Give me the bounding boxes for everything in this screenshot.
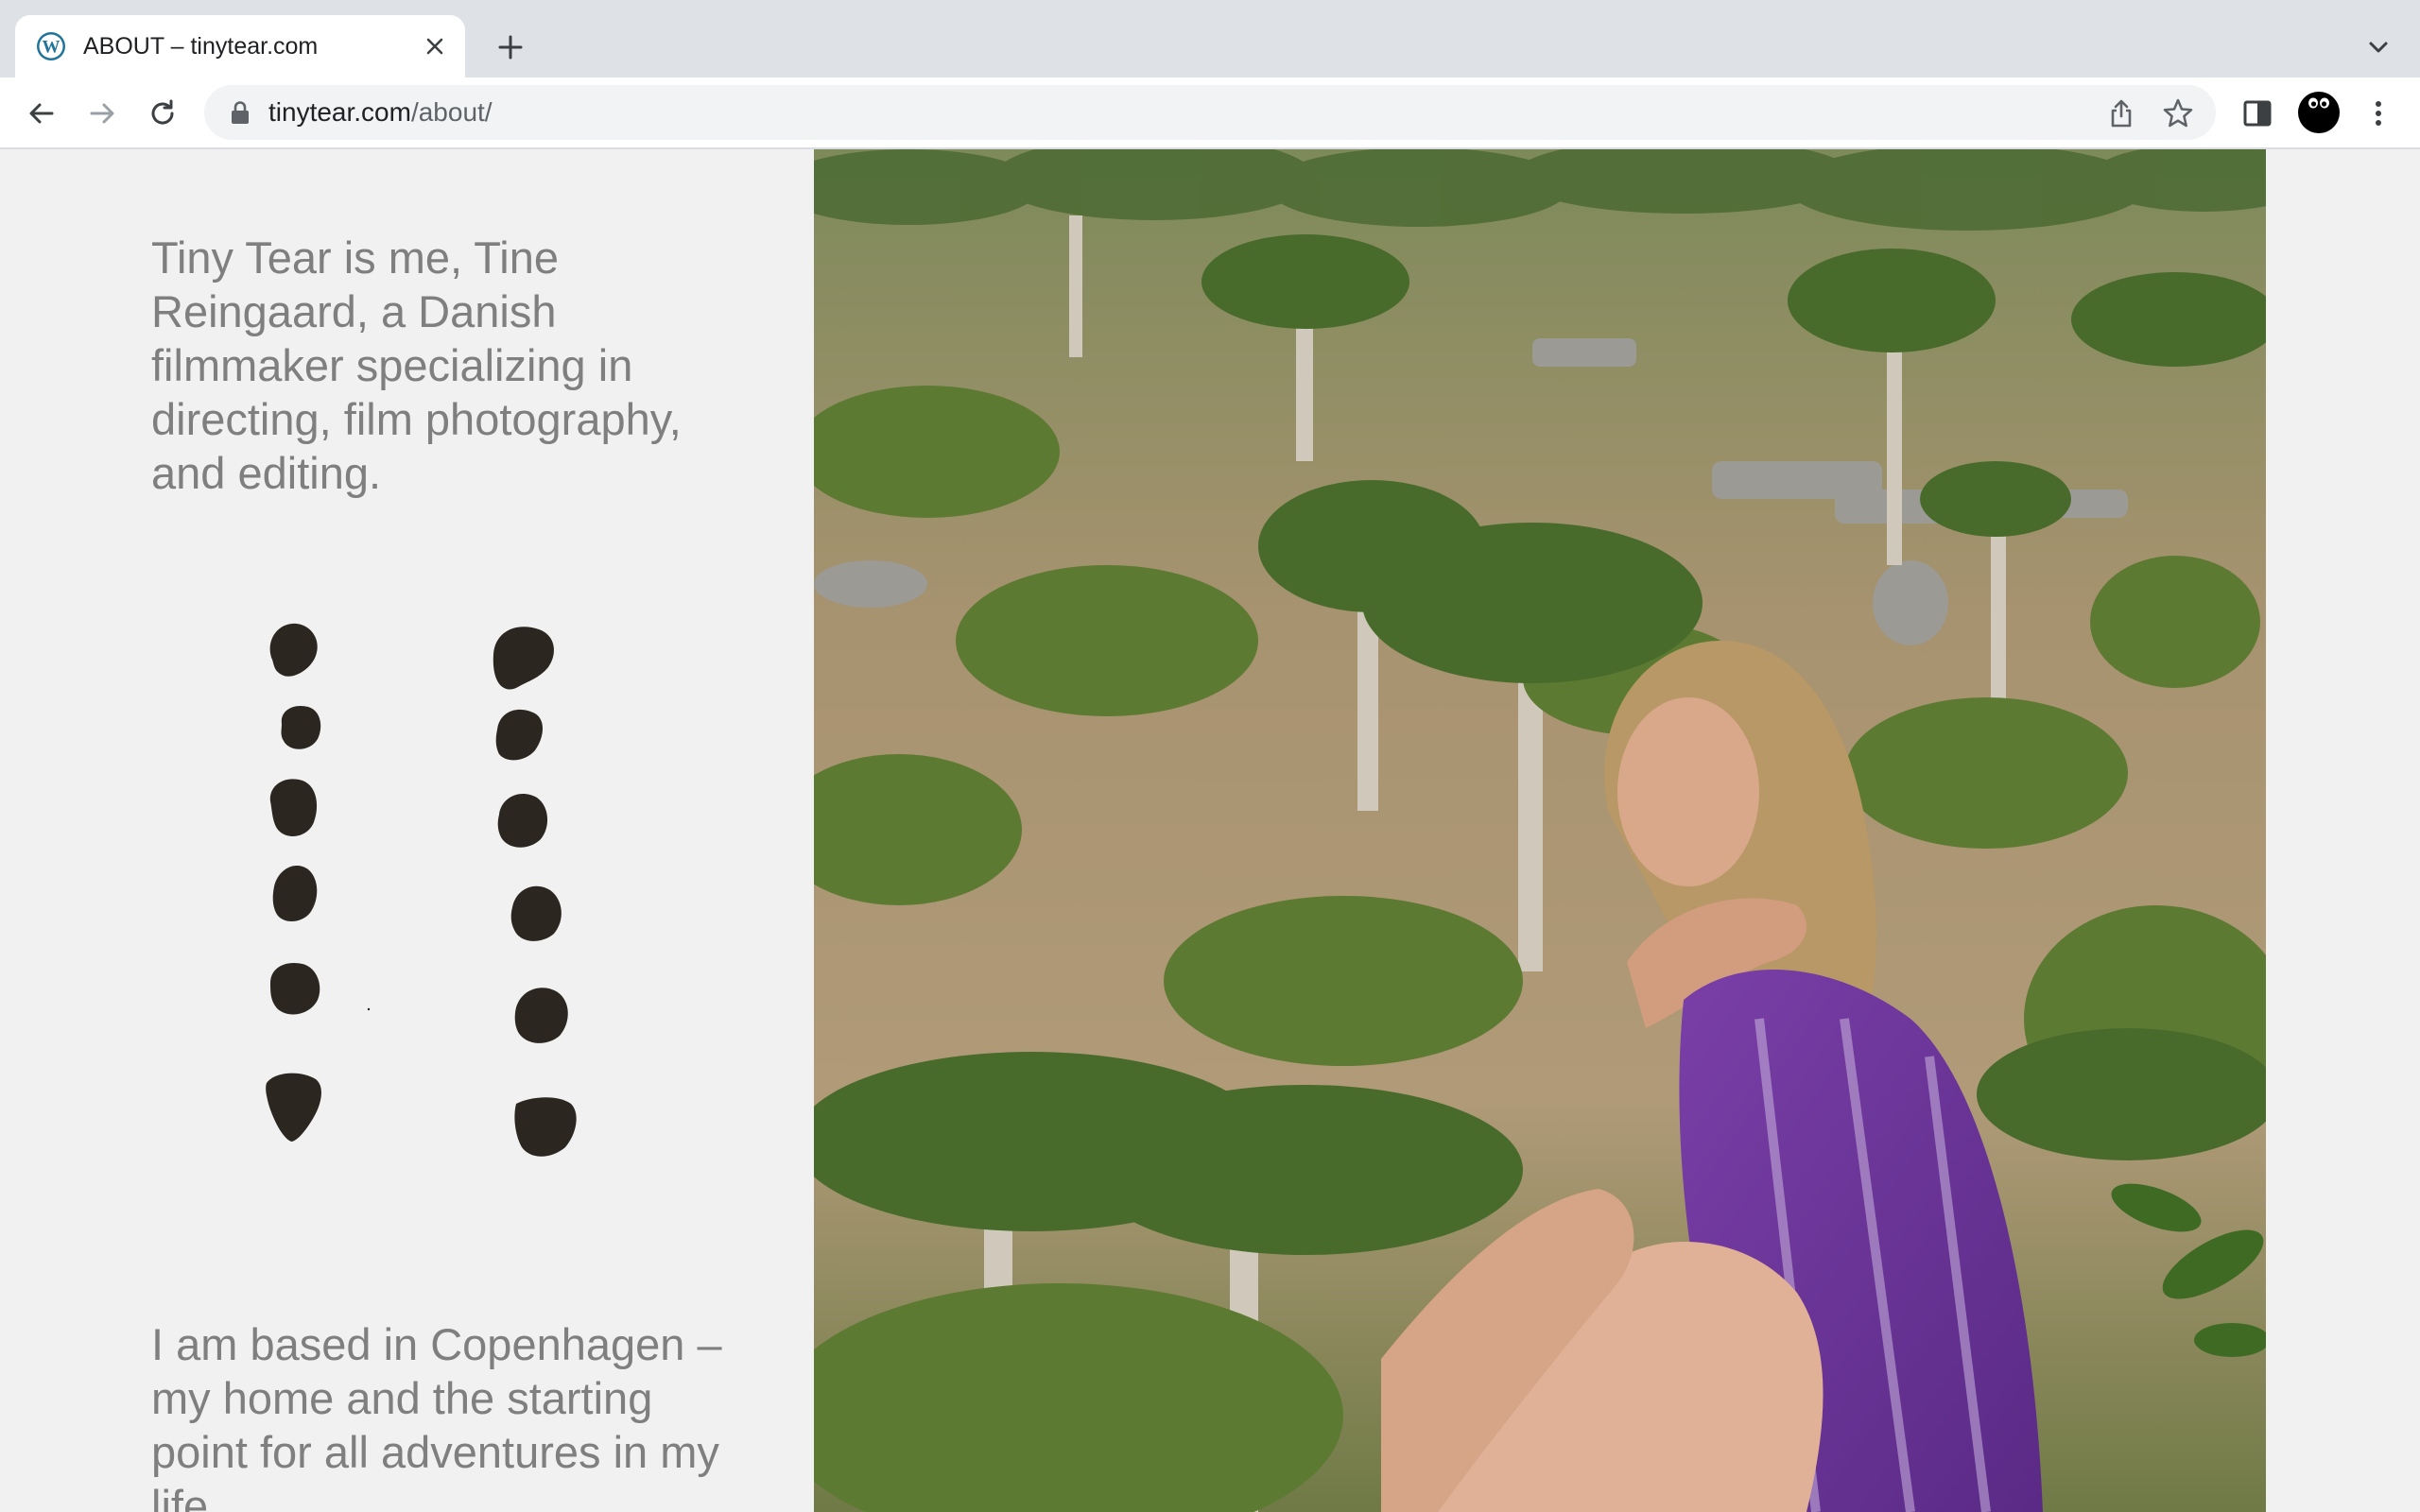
address-bar[interactable]: tinytear.com/about/ [204,85,2216,140]
about-text-column: Tiny Tear is me, Tine Reingaard, a Danis… [0,149,813,1512]
ink-dots-decoration [266,623,577,1157]
tab-strip: W ABOUT – tinytear.com [0,0,2420,77]
lock-icon[interactable] [229,100,251,125]
browser-toolbar: tinytear.com/about/ [0,77,2420,149]
arrow-right-icon[interactable] [83,94,121,132]
close-icon[interactable] [420,31,450,61]
tab-title: ABOUT – tinytear.com [83,33,319,60]
location-paragraph: I am based in Copenhagen – my home and t… [151,1319,722,1512]
share-icon[interactable] [2104,96,2138,130]
svg-text:W: W [43,38,60,58]
url-host: tinytear.com [268,97,411,127]
side-panel-icon[interactable] [2238,94,2276,132]
star-icon[interactable] [2161,96,2195,130]
reload-icon[interactable] [144,94,182,132]
intro-paragraph: Tiny Tear is me, Tine Reingaard, a Danis… [151,232,682,498]
portrait-photo [814,149,2266,1512]
web-page: Tiny Tear is me, Tine Reingaard, a Danis… [0,149,2420,1512]
plus-icon[interactable] [492,28,529,66]
chevron-down-icon[interactable] [2360,32,2397,62]
url-text[interactable]: tinytear.com/about/ [268,96,493,129]
more-vertical-icon[interactable] [2360,94,2397,132]
arrow-left-icon[interactable] [23,94,60,132]
profile-avatar[interactable] [2297,91,2341,134]
dragon-blood-tree-landscape-image [814,149,2266,1512]
browser-tab-about[interactable]: W ABOUT – tinytear.com [15,15,465,77]
url-path: /about/ [410,97,493,127]
wordpress-icon: W [37,32,65,60]
